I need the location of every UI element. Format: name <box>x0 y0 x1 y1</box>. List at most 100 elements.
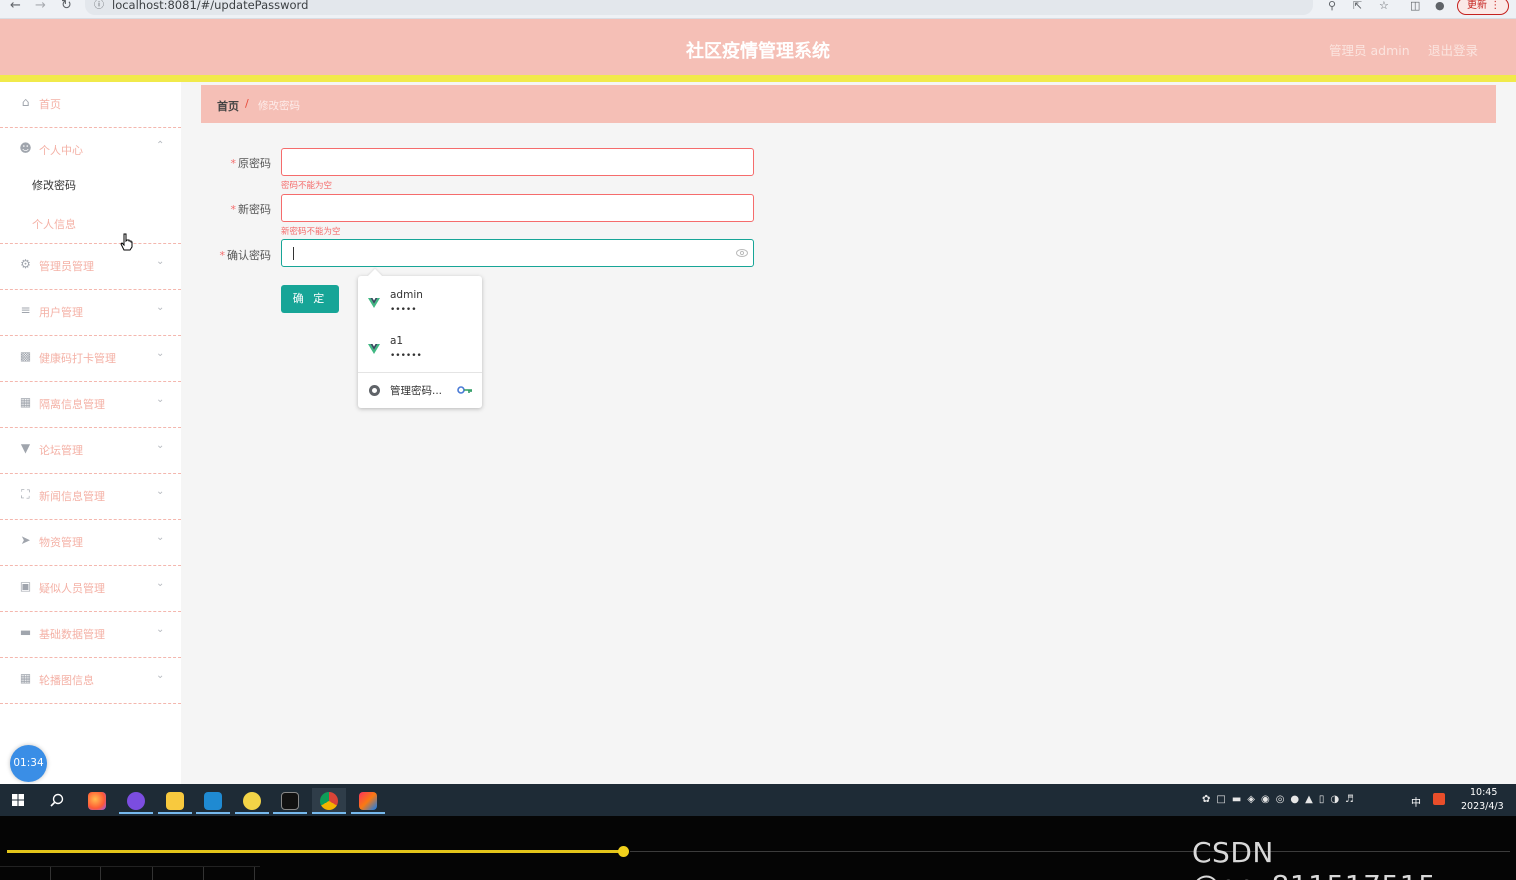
new-password-label: * 新密码 <box>181 201 272 217</box>
app-icon <box>243 792 261 810</box>
breadcrumb-separator: / <box>245 97 249 110</box>
pin-icon: ▼ <box>20 441 31 455</box>
browser-toolbar: ← → ↻ ⓘ localhost:8081/#/updatePassword … <box>0 0 1516 19</box>
url-text[interactable]: localhost:8081/#/updatePassword <box>112 0 308 12</box>
vscode-icon <box>204 792 222 810</box>
sidebar-item-health-code[interactable]: ▩ 健康码打卡管理 ⌄ <box>0 336 181 382</box>
logout-link[interactable]: 退出登录 <box>1428 40 1478 59</box>
vscode-app[interactable] <box>196 788 230 814</box>
sidebar-item-personal-center[interactable]: ☻ 个人中心 ⌃ 修改密码 个人信息 <box>0 128 181 244</box>
required-mark: * <box>230 157 237 170</box>
old-password-error: 密码不能为空 <box>281 181 333 191</box>
yellow-app[interactable] <box>235 788 269 814</box>
current-user: 管理员 admin <box>1329 43 1410 58</box>
firefox-icon <box>88 792 106 810</box>
sidepanel-icon[interactable]: ◫ <box>1410 0 1420 12</box>
chrome-icon <box>369 385 380 396</box>
firefox-app[interactable] <box>80 788 114 814</box>
sidebar-item-suspects[interactable]: ▣ 疑似人员管理 ⌄ <box>0 566 181 612</box>
chevron-down-icon: ⌄ <box>156 532 165 543</box>
sidebar-item-base-data[interactable]: ▬ 基础数据管理 ⌄ <box>0 612 181 658</box>
ime-indicator[interactable]: 中 <box>1411 794 1421 809</box>
confirm-password-input[interactable] <box>281 239 754 267</box>
saved-username: admin <box>390 289 423 301</box>
eye-icon[interactable] <box>736 248 748 258</box>
clock-date[interactable]: 2023/4/3 <box>1461 801 1504 812</box>
folder-icon <box>166 792 184 810</box>
app-header: 社区疫情管理系统 管理员 admin 退出登录 <box>0 19 1516 75</box>
sidebar-item-label: 轮播图信息 <box>39 674 94 687</box>
share-icon[interactable]: ⇱ <box>1353 0 1362 12</box>
clock-time[interactable]: 10:45 <box>1470 787 1497 798</box>
sidebar-item-label: 隔离信息管理 <box>39 398 105 411</box>
terminal-icon <box>281 792 299 810</box>
sidebar-subitem-change-password[interactable]: 修改密码 <box>32 177 76 193</box>
forward-icon[interactable]: → <box>35 0 46 14</box>
manage-passwords-label: 管理密码... <box>390 385 443 397</box>
saved-password-a1[interactable]: a1 •••••• <box>358 326 482 372</box>
system-tray-icons[interactable]: ✿□▬◈◉◎●▲▯◑♬ <box>1202 794 1360 805</box>
sidebar-item-forum[interactable]: ▼ 论坛管理 ⌄ <box>0 428 181 474</box>
progress-handle[interactable] <box>618 846 629 857</box>
purple-app[interactable] <box>119 788 153 814</box>
breadcrumb-home[interactable]: 首页 <box>217 98 239 114</box>
windows-taskbar: ✿□▬◈◉◎●▲▯◑♬ 中 10:45 2023/4/3 <box>0 784 1516 816</box>
chevron-down-icon: ⌄ <box>156 670 165 681</box>
video-player-bar: CSDN @qq_811517515 <box>0 816 1516 880</box>
new-password-input[interactable] <box>281 194 754 222</box>
sidebar-item-label: 用户管理 <box>39 306 83 319</box>
fullscreen-icon: ⛶ <box>21 487 30 501</box>
sogou-icon[interactable] <box>1433 793 1445 805</box>
key-icon[interactable]: ⚲ <box>1328 0 1336 12</box>
bookmark-star-icon[interactable]: ☆ <box>1379 0 1389 12</box>
sidebar-subitem-personal-info[interactable]: 个人信息 <box>32 216 76 232</box>
windows-start-icon[interactable] <box>12 794 24 806</box>
progress-played[interactable] <box>7 850 623 853</box>
chevron-down-icon: ⌄ <box>156 302 165 313</box>
saved-username: a1 <box>390 335 404 347</box>
label-text: 新密码 <box>238 203 271 216</box>
key-icon <box>457 386 472 394</box>
sidebar-item-home[interactable]: ⌂ 首页 <box>0 82 181 128</box>
label-text: 原密码 <box>238 157 271 170</box>
chevron-down-icon: ⌄ <box>156 256 165 267</box>
intellij-app[interactable] <box>351 788 385 814</box>
sidebar-item-label: 个人中心 <box>39 144 83 157</box>
search-icon[interactable] <box>50 793 64 807</box>
sidebar-item-carousel[interactable]: ▦ 轮播图信息 ⌄ <box>0 658 181 704</box>
ticket-icon: ▣ <box>19 579 32 593</box>
terminal-app[interactable] <box>273 788 307 814</box>
sidebar-item-news[interactable]: ⛶ 新闻信息管理 ⌄ <box>0 474 181 520</box>
browser-update-button[interactable]: 更新 ⋮ <box>1457 0 1509 15</box>
sidebar-item-isolation[interactable]: ▦ 隔离信息管理 ⌄ <box>0 382 181 428</box>
chrome-app[interactable] <box>312 788 346 814</box>
manage-passwords-item[interactable]: 管理密码... <box>358 376 482 404</box>
sidebar-item-user-management[interactable]: ≡ 用户管理 ⌄ <box>0 290 181 336</box>
breadcrumb: 首页 / 修改密码 <box>201 85 1496 123</box>
text-caret <box>293 247 294 260</box>
saved-password-admin[interactable]: admin ••••• <box>358 280 482 326</box>
player-controls[interactable] <box>0 866 260 880</box>
confirm-button[interactable]: 确 定 <box>281 285 339 313</box>
chevron-down-icon: ⌄ <box>156 348 165 359</box>
sliders-icon: ≡ <box>20 303 31 317</box>
reload-icon[interactable]: ↻ <box>61 0 72 14</box>
profile-icon[interactable]: ● <box>1435 0 1445 12</box>
csdn-watermark: CSDN @qq_811517515 <box>1192 836 1436 880</box>
vue-logo-icon <box>368 298 380 308</box>
old-password-input[interactable] <box>281 148 754 176</box>
confirm-password-label: * 确认密码 <box>181 247 272 263</box>
sidebar-item-label: 健康码打卡管理 <box>39 352 116 365</box>
breadcrumb-current: 修改密码 <box>258 100 300 112</box>
site-info-icon[interactable]: ⓘ <box>94 0 104 12</box>
sidebar-item-admin-management[interactable]: ⚙ 管理员管理 ⌄ <box>0 244 181 290</box>
popup-divider <box>358 372 482 373</box>
chevron-down-icon: ⌄ <box>156 440 165 451</box>
sidebar-item-label: 基础数据管理 <box>39 628 105 641</box>
back-icon[interactable]: ← <box>10 0 21 14</box>
kebab-menu-icon: ⋮ <box>1490 0 1501 11</box>
sidebar-item-supplies[interactable]: ➤ 物资管理 ⌄ <box>0 520 181 566</box>
recording-timer[interactable]: 01:34 <box>10 745 47 782</box>
hand-cursor-icon <box>120 233 133 251</box>
file-explorer-app[interactable] <box>158 788 192 814</box>
